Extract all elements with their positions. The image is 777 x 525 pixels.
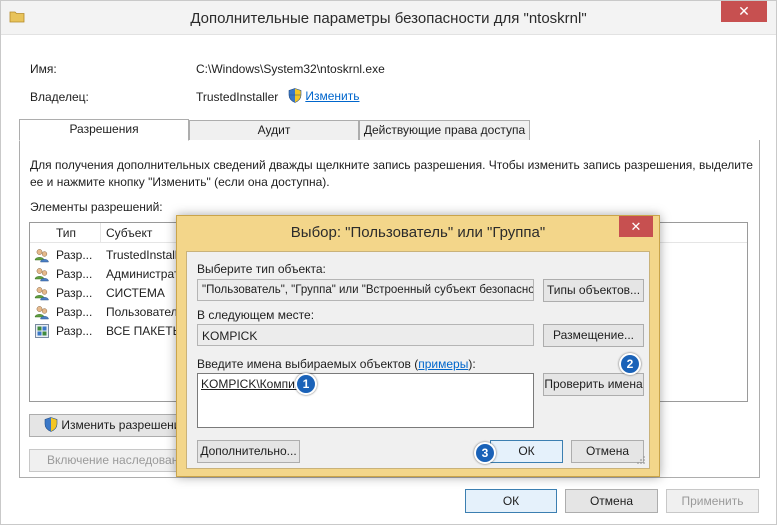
change-permissions-label: Изменить разрешения bbox=[61, 418, 187, 432]
dialog-cancel-button[interactable]: Отмена bbox=[571, 440, 644, 463]
uac-shield-icon bbox=[44, 417, 58, 432]
select-user-group-dialog: Выбор: "Пользователь" или "Группа" ✕ Выб… bbox=[176, 215, 660, 477]
apply-button[interactable]: Применить bbox=[666, 489, 759, 513]
uac-shield-icon bbox=[288, 88, 302, 103]
row-subject: СИСТЕМА bbox=[106, 286, 165, 300]
column-header-subject[interactable]: Субъект bbox=[106, 226, 152, 240]
annotation-badge-1: 1 bbox=[295, 373, 317, 395]
name-label: Имя: bbox=[30, 62, 57, 76]
packages-icon bbox=[35, 324, 49, 338]
object-names-label-prefix: Введите имена выбираемых объектов ( bbox=[197, 357, 419, 371]
tab-audit[interactable]: Аудит bbox=[189, 120, 359, 141]
permission-elements-label: Элементы разрешений: bbox=[30, 200, 163, 214]
object-types-button[interactable]: Типы объектов... bbox=[543, 279, 644, 302]
resolved-name: KOMPICK\Компик bbox=[201, 377, 301, 391]
row-type: Разр... bbox=[56, 267, 93, 281]
window-title: Дополнительные параметры безопасности дл… bbox=[190, 10, 587, 27]
row-type: Разр... bbox=[56, 248, 93, 262]
window-close-button[interactable]: ✕ bbox=[721, 1, 767, 22]
dialog-ok-button[interactable]: ОК bbox=[490, 440, 563, 463]
check-names-button[interactable]: Проверить имена bbox=[543, 373, 644, 396]
location-field: KOMPICK bbox=[197, 324, 534, 346]
column-header-type[interactable]: Тип bbox=[56, 226, 76, 240]
users-icon bbox=[34, 287, 49, 301]
row-type: Разр... bbox=[56, 305, 93, 319]
object-names-label: Введите имена выбираемых объектов (приме… bbox=[197, 357, 476, 371]
users-icon bbox=[34, 268, 49, 282]
ok-button[interactable]: ОК bbox=[465, 489, 557, 513]
tab-permissions[interactable]: Разрешения bbox=[19, 119, 189, 141]
owner-change-link[interactable]: Изменить bbox=[305, 89, 359, 103]
owner-change-link-wrap[interactable]: Изменить bbox=[288, 88, 359, 103]
dialog-close-button[interactable]: ✕ bbox=[619, 216, 653, 237]
cancel-button[interactable]: Отмена bbox=[565, 489, 658, 513]
change-permissions-button[interactable]: Изменить разрешения bbox=[29, 414, 189, 437]
window-titlebar: Дополнительные параметры безопасности дл… bbox=[1, 1, 776, 35]
examples-link[interactable]: примеры bbox=[418, 357, 468, 371]
users-icon bbox=[34, 306, 49, 320]
row-type: Разр... bbox=[56, 324, 93, 338]
owner-label: Владелец: bbox=[30, 90, 89, 104]
users-icon bbox=[34, 249, 49, 263]
name-value: C:\Windows\System32\ntoskrnl.exe bbox=[196, 62, 385, 76]
object-type-field: "Пользователь", "Группа" или "Встроенный… bbox=[197, 279, 534, 301]
annotation-badge-2: 2 bbox=[619, 353, 641, 375]
permissions-description-line2: ее и нажмите кнопку "Изменить" (если она… bbox=[30, 175, 330, 189]
location-label: В следующем месте: bbox=[197, 308, 315, 322]
object-names-input[interactable]: KOMPICK\Компик bbox=[197, 373, 534, 428]
permissions-description-line1: Для получения дополнительных сведений дв… bbox=[30, 158, 753, 172]
column-separator bbox=[100, 223, 101, 243]
resize-grip-icon[interactable] bbox=[636, 455, 646, 465]
location-button[interactable]: Размещение... bbox=[543, 324, 644, 347]
dialog-title: Выбор: "Пользователь" или "Группа" bbox=[290, 224, 546, 241]
tab-effective-access[interactable]: Действующие права доступа bbox=[359, 120, 530, 141]
owner-value: TrustedInstaller bbox=[196, 90, 279, 104]
object-type-label: Выберите тип объекта: bbox=[197, 262, 326, 276]
annotation-badge-3: 3 bbox=[474, 442, 496, 464]
advanced-button[interactable]: Дополнительно... bbox=[197, 440, 300, 463]
row-type: Разр... bbox=[56, 286, 93, 300]
dialog-body: Выберите тип объекта: "Пользователь", "Г… bbox=[186, 251, 650, 469]
enable-inheritance-button[interactable]: Включение наследования bbox=[29, 449, 189, 472]
object-names-label-suffix: ): bbox=[468, 357, 476, 371]
